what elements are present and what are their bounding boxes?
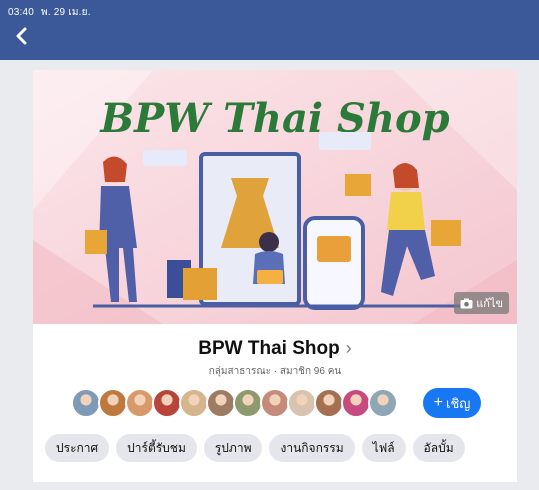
group-tabs: ประกาศ ปาร์ตี้รับชม รูปภาพ งานกิจกรรม ไฟล์ อั… [45,434,465,462]
member-avatar[interactable] [368,388,398,418]
invite-label: เชิญ [446,395,471,411]
member-avatar[interactable] [98,388,128,418]
group-tab[interactable]: ปาร์ตี้รับชม [116,434,197,462]
group-tab[interactable]: ไฟล์ [361,434,406,462]
status-time: 03:40 [8,7,35,18]
member-avatar[interactable] [125,388,155,418]
member-avatar[interactable] [260,388,290,418]
group-meta: กลุ่มสาธารณะ · สมาชิก 96 คน [208,366,342,377]
member-avatars[interactable] [71,386,398,420]
member-avatar[interactable] [287,388,317,418]
group-name-link[interactable]: BPW Thai Shop › [33,338,517,360]
cover-photo[interactable]: BPW Thai Shop แก้ไข [33,70,517,324]
group-card: BPW Thai Shop แก้ไข BPW Thai Shop › กลุ่… [33,70,517,482]
member-avatar[interactable] [152,388,182,418]
group-name: BPW Thai Shop [198,338,340,359]
member-avatar[interactable] [206,388,236,418]
plus-icon: + [433,394,443,411]
edit-cover-button[interactable]: แก้ไข [454,292,509,314]
chevron-right-icon: › [345,338,352,358]
member-avatar[interactable] [341,388,371,418]
member-avatar[interactable] [314,388,344,418]
edit-cover-label: แก้ไข [476,298,503,310]
status-bar: 03:40 พ. 29 เม.ย. [8,5,91,20]
top-bar: 03:40 พ. 29 เม.ย. [0,0,539,60]
status-date: พ. 29 เม.ย. [41,7,91,18]
group-tab[interactable]: อัลบั้ม [412,434,465,462]
back-arrow-icon[interactable] [12,26,32,46]
member-avatar[interactable] [233,388,263,418]
group-tab[interactable]: งานกิจกรรม [269,434,355,462]
member-avatar[interactable] [179,388,209,418]
group-tab[interactable]: ประกาศ [45,434,110,462]
camera-icon [460,298,473,308]
group-tab[interactable]: รูปภาพ [203,434,263,462]
cover-illustration: BPW Thai Shop [33,70,517,324]
cover-headline: BPW Thai Shop [99,95,449,142]
invite-button[interactable]: + เชิญ [423,388,481,418]
member-avatar[interactable] [71,388,101,418]
